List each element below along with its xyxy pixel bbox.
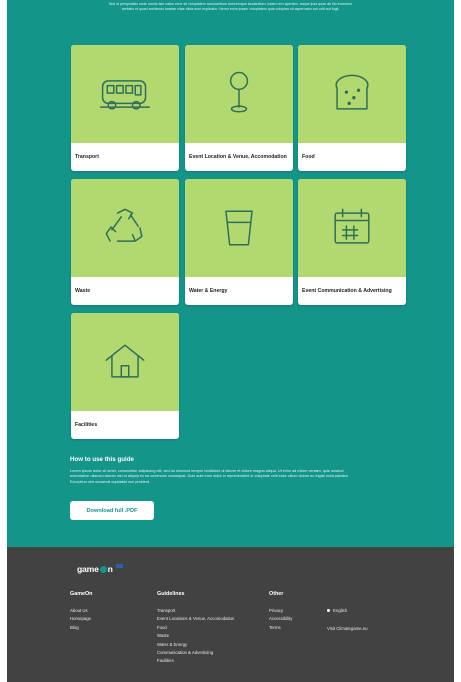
card-label: Waste [75,287,91,294]
footer-col-other: Other Privacy Accessibility Terms [269,591,292,632]
card-image [185,45,293,143]
card-label: Event Communication & Advertising [302,287,392,294]
footer-link-terms[interactable]: Terms [269,624,292,632]
footer-col-title: GameOn [70,591,93,597]
card-image [71,45,179,143]
logo-wordmark: game n [77,564,113,574]
footer-link-blog[interactable]: Blog [70,624,92,632]
footer-link-event-locations[interactable]: Event Locations & Venue, Accomodation [157,615,234,623]
glass-icon [225,210,253,246]
card-label: Transport [75,153,99,160]
calendar-icon [334,208,370,244]
footer-col-gameon: GameOn About Us Homepage Blog [70,591,92,632]
card-image [71,179,179,277]
language-selector[interactable]: English [327,608,347,613]
card-communication[interactable]: Event Communication & Advertising [298,179,406,305]
footer-link-waste[interactable]: Waste [157,632,234,640]
footer-link-communication[interactable]: Communication & Advertising [157,649,234,657]
card-facilities[interactable]: Facilities [71,313,179,439]
intro-text: Sed ut perspiciatis unde omnis iste natu… [7,0,454,12]
card-water-energy[interactable]: Water & Energy [185,179,293,305]
footer: game n GameOn About Us Homepage Blog Guid… [7,547,454,682]
card-event-location[interactable]: Event Location & Venue, Accomodation [185,45,293,171]
intro-paragraph: Sed ut perspiciatis unde omnis iste natu… [108,2,353,11]
footer-link-transport[interactable]: Transport [157,607,234,615]
card-label: Food [302,153,315,160]
footer-link-accessibility[interactable]: Accessibility [269,615,292,623]
gameon-logo[interactable]: game n [77,564,146,574]
footer-link-water-energy[interactable]: Water & Energy [157,641,234,649]
card-label: Event Location & Venue, Accomodation [189,153,287,160]
page-background: Sed ut perspiciatis unde omnis iste natu… [7,0,454,682]
location-pin-icon [229,71,249,113]
footer-link-about-us[interactable]: About Us [70,607,92,615]
card-image [71,313,179,411]
language-label: English [333,608,348,613]
footer-link-homepage[interactable]: Homepage [70,615,92,623]
logo-tagline [115,564,146,568]
card-label: Water & Energy [189,287,228,294]
card-food[interactable]: Food [298,45,406,171]
howto-section: How to use this guide Lorem ipsum dolor … [70,456,360,485]
logo-o-icon [99,566,107,573]
card-image [298,179,406,277]
bus-icon [99,80,151,110]
card-image [185,179,293,277]
eu-flag-icon [115,564,123,568]
download-pdf-button[interactable]: Download full .PDF [70,501,154,520]
bread-icon [335,74,369,110]
visit-climategame-link[interactable]: Visit Climategame.eu [327,626,368,631]
howto-title: How to use this guide [70,456,134,463]
card-label: Facilities [75,421,98,428]
footer-link-food[interactable]: Food [157,624,234,632]
footer-col-title: Guidelines [157,591,185,597]
recycle-icon [105,208,143,242]
footer-col-guidelines: Guidelines Transport Event Locations & V… [157,591,234,666]
card-image [298,45,406,143]
house-icon [105,344,145,378]
card-transport[interactable]: Transport [71,45,179,171]
radio-selected-icon [327,609,330,613]
footer-link-facilities[interactable]: Facilities [157,657,234,665]
footer-link-privacy[interactable]: Privacy [269,607,292,615]
card-waste[interactable]: Waste [71,179,179,305]
footer-col-title: Other [269,591,284,597]
howto-body: Lorem ipsum dolor sit amet, consectetur … [70,469,349,484]
